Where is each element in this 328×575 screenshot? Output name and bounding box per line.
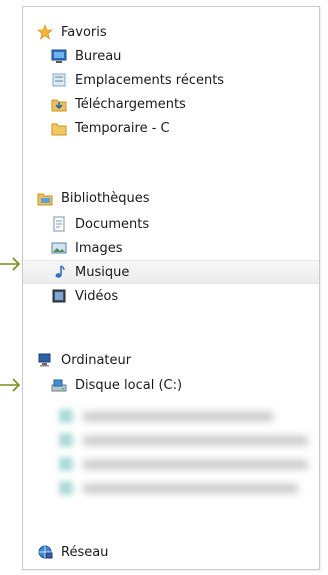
sidebar-item-documents[interactable]: Documents — [23, 213, 319, 235]
redacted-text — [83, 436, 308, 445]
sidebar-item-temporaire[interactable]: Temporaire - C — [23, 117, 319, 139]
pointer-arrow-icon — [0, 378, 21, 392]
network-title: Réseau — [61, 544, 109, 560]
redacted-drive-icon — [59, 433, 73, 447]
sidebar-item-recent-places[interactable]: Emplacements récents — [23, 69, 319, 91]
navigation-pane: Favoris Bureau Emplacements récents Télé… — [22, 6, 320, 570]
sidebar-item-label: Musique — [75, 264, 130, 280]
favorites-title: Favoris — [61, 24, 107, 40]
redacted-drive-row[interactable] — [59, 433, 309, 447]
folder-icon — [51, 120, 67, 136]
sidebar-item-label: Temporaire - C — [75, 120, 170, 136]
sidebar-item-label: Bureau — [75, 48, 122, 64]
sidebar-item-label: Emplacements récents — [75, 72, 225, 88]
desktop-icon — [51, 48, 67, 64]
libraries-group-header[interactable]: Bibliothèques — [23, 187, 319, 209]
sidebar-item-bureau[interactable]: Bureau — [23, 45, 319, 67]
sidebar-item-label: Vidéos — [75, 288, 119, 304]
hard-drive-icon — [51, 377, 67, 393]
redacted-text — [83, 484, 298, 493]
sidebar-item-local-disk[interactable]: Disque local (C:) — [23, 374, 319, 396]
star-icon — [37, 24, 53, 40]
pointer-arrow-icon — [0, 257, 21, 271]
document-icon — [51, 216, 67, 232]
sidebar-item-label: Téléchargements — [75, 96, 186, 112]
redacted-drive-icon — [59, 481, 73, 495]
sidebar-item-label: Documents — [75, 216, 150, 232]
redacted-drive-row[interactable] — [59, 481, 309, 495]
recent-places-icon — [51, 72, 67, 88]
network-group-header[interactable]: Réseau — [23, 541, 319, 563]
redacted-drive-row[interactable] — [59, 409, 299, 423]
redacted-drive-row[interactable] — [59, 457, 309, 471]
redacted-drive-icon — [59, 457, 73, 471]
sidebar-item-videos[interactable]: Vidéos — [23, 285, 319, 307]
redacted-text — [83, 460, 308, 469]
sidebar-item-label: Images — [75, 240, 123, 256]
sidebar-item-musique[interactable]: Musique — [23, 260, 319, 284]
favorites-group-header[interactable]: Favoris — [23, 21, 319, 43]
redacted-drive-icon — [59, 409, 73, 423]
library-icon — [37, 190, 53, 206]
computer-group-header[interactable]: Ordinateur — [23, 349, 319, 371]
computer-title: Ordinateur — [61, 352, 132, 368]
computer-icon — [37, 352, 53, 368]
libraries-title: Bibliothèques — [61, 190, 150, 206]
redacted-text — [83, 412, 273, 421]
sidebar-item-downloads[interactable]: Téléchargements — [23, 93, 319, 115]
downloads-icon — [51, 96, 67, 112]
network-icon — [37, 544, 53, 560]
image-icon — [51, 240, 67, 256]
music-note-icon — [51, 264, 67, 280]
sidebar-item-images[interactable]: Images — [23, 237, 319, 259]
video-icon — [51, 288, 67, 304]
sidebar-item-label: Disque local (C:) — [75, 377, 183, 393]
